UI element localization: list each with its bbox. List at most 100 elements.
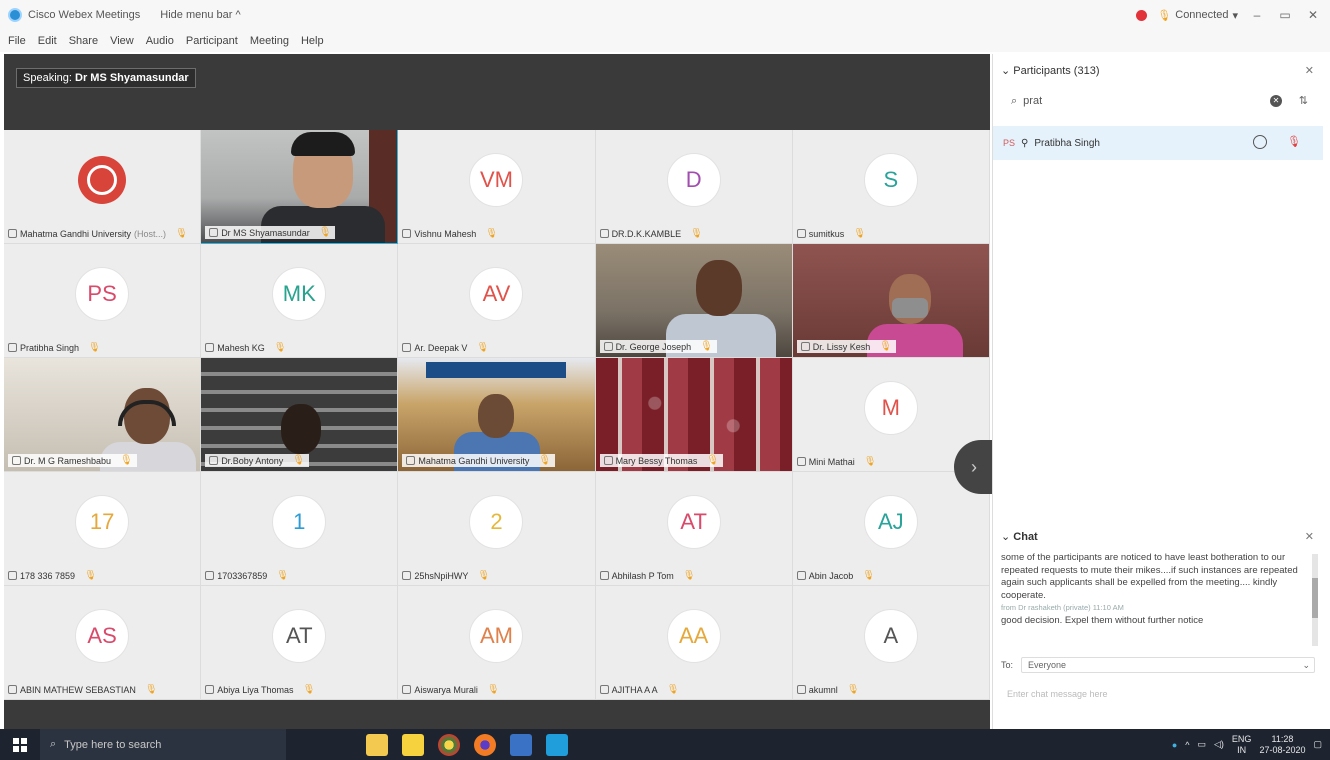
chat-input[interactable]: Enter chat message here [1001, 682, 1315, 706]
participant-label: Mini Mathai 🎙 [796, 456, 876, 467]
participant-tile[interactable]: AT Abiya Liya Thomas 🎙 [201, 586, 399, 700]
person-icon [8, 571, 17, 580]
menu-bar: File Edit Share View Audio Participant M… [0, 30, 1330, 52]
participant-tile[interactable]: Aakumnl 🎙 [792, 586, 990, 700]
participant-tile[interactable]: Dr.Boby Antony 🎙 [201, 358, 399, 472]
chat-close-icon[interactable]: ✕ [1305, 530, 1314, 543]
menu-audio[interactable]: Audio [146, 35, 174, 47]
clear-search-icon[interactable]: ✕ [1270, 95, 1282, 107]
search-input[interactable]: prat [1023, 95, 1042, 107]
participants-close-icon[interactable]: ✕ [1305, 64, 1314, 77]
participant-tile[interactable]: AS ABIN MATHEW SEBASTIAN 🎙 [4, 586, 202, 700]
record-icon[interactable] [1136, 9, 1148, 21]
chat-scrollbar[interactable] [1312, 554, 1318, 646]
collapse-icon: ⌄ [1001, 65, 1014, 77]
participant-label: Dr. M G Rameshbabu 🎙 [8, 454, 137, 467]
muted-mic-icon[interactable]: 🎙 [1287, 135, 1301, 148]
person-icon [599, 685, 609, 694]
firefox-icon[interactable] [474, 733, 496, 756]
menu-file[interactable]: File [8, 35, 26, 47]
person-icon [205, 571, 215, 580]
connection-status[interactable]: 🎙 Connected ▾ [1157, 9, 1238, 22]
participant-name: Dr. Lissy Kesh [812, 341, 871, 352]
menu-share[interactable]: Share [69, 35, 98, 47]
chrome-icon[interactable] [438, 733, 460, 756]
sort-icon[interactable]: ⇅ [1299, 94, 1308, 107]
participants-title: Participants (313) [1013, 65, 1100, 77]
participant-tile[interactable]: AT Abhilash P Tom 🎙 [595, 472, 793, 586]
participant-label: 25hsNpiHWY 🎙 [402, 570, 490, 581]
webex-taskbar-icon[interactable] [546, 733, 568, 756]
avatar: D [666, 152, 721, 207]
participant-tile[interactable]: Mary Bessy Thomas 🎙 [595, 358, 793, 472]
menu-view[interactable]: View [110, 35, 134, 47]
person-icon [8, 229, 17, 238]
start-button[interactable] [0, 729, 40, 760]
mic-icon: 🎙 [682, 570, 696, 581]
participant-tile[interactable]: AA AJITHA A A 🎙 [595, 586, 793, 700]
menu-meeting[interactable]: Meeting [250, 35, 289, 47]
volume-icon[interactable]: ◁) [1214, 739, 1224, 750]
mic-icon: 🎙 [666, 684, 680, 695]
participant-search[interactable]: ⌕ prat [1001, 90, 1281, 112]
participant-tile[interactable]: PS Pratibha Singh 🎙 [4, 244, 202, 358]
participant-tile[interactable]: VM Vishnu Mahesh 🎙 [398, 130, 596, 244]
mic-icon: 🎙 [477, 570, 491, 581]
participant-row[interactable]: PS ⚲ Pratibha Singh 🎙 [993, 126, 1323, 160]
chat-header[interactable]: ⌄ Chat [1001, 530, 1038, 543]
participant-label: AJITHA A A 🎙 [599, 684, 680, 695]
participant-tile[interactable]: D DR.D.K.KAMBLE 🎙 [595, 130, 793, 244]
sticky-notes-icon[interactable] [402, 733, 424, 756]
participant-tile[interactable]: Dr. George Joseph 🎙 [595, 244, 793, 358]
show-hidden-icons[interactable]: ^ [1185, 740, 1189, 750]
participant-tile[interactable]: Mahatma Gandhi University 🎙 [398, 358, 596, 472]
participant-tile[interactable]: 1 1703367859 🎙 [201, 472, 399, 586]
restore-button[interactable]: ▭ [1276, 8, 1294, 22]
participant-tile[interactable]: Dr. Lissy Kesh 🎙 [792, 244, 990, 358]
host-suffix: (Host...) [134, 228, 167, 239]
participant-tile[interactable]: Dr. M G Rameshbabu 🎙 [4, 358, 202, 472]
participant-tile[interactable]: MK Mahesh KG 🎙 [201, 244, 399, 358]
person-icon [402, 343, 412, 352]
participant-tile[interactable]: 17 178 336 7859 🎙 [4, 472, 202, 586]
participant-tile[interactable]: AM Aiswarya Murali 🎙 [398, 586, 596, 700]
mic-icon: 🎙 [538, 455, 552, 466]
network-icon[interactable]: ▭ [1197, 739, 1206, 750]
taskbar-apps [366, 733, 568, 756]
menu-help[interactable]: Help [301, 35, 324, 47]
participant-name: Ar. Deepak V [414, 342, 468, 353]
menu-participant[interactable]: Participant [186, 35, 238, 47]
participant-name: Mary Bessy Thomas [615, 455, 698, 466]
participant-name: Abin Jacob [808, 570, 854, 581]
participant-tile[interactable]: Dr MS Shyamasundar 🎙 [201, 130, 399, 244]
participant-name: Mahesh KG [217, 342, 265, 353]
avatar: PS [75, 266, 130, 321]
person-icon [402, 229, 412, 238]
hide-menu-bar-button[interactable]: Hide menu bar ^ [160, 9, 240, 21]
participant-name: Dr MS Shyamasundar [221, 227, 310, 238]
close-button[interactable]: ✕ [1304, 8, 1322, 22]
word-icon[interactable] [510, 733, 532, 756]
participant-label: Dr.Boby Antony 🎙 [205, 454, 309, 467]
avatar: AA [666, 608, 721, 663]
participant-tile[interactable]: AJ Abin Jacob 🎙 [792, 472, 990, 586]
language-indicator[interactable]: ENG IN [1232, 734, 1252, 756]
person-icon [603, 342, 613, 351]
participant-label: sumitkus 🎙 [796, 228, 866, 239]
recipient-select[interactable]: Everyone ⌄ [1021, 657, 1315, 673]
clock[interactable]: 11:28 27-08-2020 [1259, 734, 1305, 756]
participant-tile[interactable]: Mahatma Gandhi University (Host...) 🎙 [4, 130, 202, 244]
minimize-button[interactable]: – [1248, 8, 1266, 22]
participant-tile[interactable]: AV Ar. Deepak V 🎙 [398, 244, 596, 358]
file-explorer-icon[interactable] [366, 733, 388, 756]
participant-name: DR.D.K.KAMBLE [611, 228, 682, 239]
notifications-icon[interactable]: ▢ [1313, 739, 1322, 750]
webex-tray-icon[interactable]: ● [1172, 740, 1177, 750]
participant-tile[interactable]: Ssumitkus 🎙 [792, 130, 990, 244]
participant-name: Mahatma Gandhi University [20, 228, 132, 239]
taskbar-search[interactable]: ⌕ Type here to search [40, 729, 286, 760]
person-icon [599, 229, 609, 238]
menu-edit[interactable]: Edit [38, 35, 57, 47]
participants-header[interactable]: ⌄ Participants (313) [1001, 64, 1100, 77]
participant-tile[interactable]: 2 25hsNpiHWY 🎙 [398, 472, 596, 586]
